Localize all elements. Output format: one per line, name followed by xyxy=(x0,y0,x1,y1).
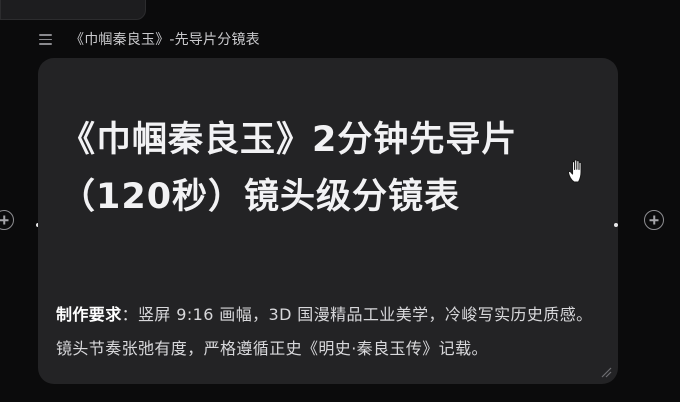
connection-handle-right[interactable] xyxy=(614,223,618,227)
top-tab[interactable] xyxy=(0,0,146,20)
add-block-left-icon[interactable] xyxy=(0,210,14,230)
add-block-right-icon[interactable] xyxy=(644,210,664,230)
storyboard-card[interactable]: 《巾帼秦良玉》2分钟先导片（120秒）镜头级分镜表 制作要求：竖屏 9:16 画… xyxy=(38,58,618,384)
menu-icon[interactable] xyxy=(38,31,54,47)
hand-cursor-icon xyxy=(567,159,582,183)
document-title: 《巾帼秦良玉》-先导片分镜表 xyxy=(70,32,260,48)
card-title: 《巾帼秦良玉》2分钟先导片（120秒）镜头级分镜表 xyxy=(60,120,518,217)
canvas: 《巾帼秦良玉》-先导片分镜表 《巾帼秦良玉》2分钟先导片（120秒）镜头级分镜表… xyxy=(0,0,680,402)
resize-grip-icon[interactable] xyxy=(600,366,612,378)
card-body-label: 制作要求 xyxy=(56,305,122,324)
card-body-text: ：竖屏 9:16 画幅，3D 国漫精品工业美学，冷峻写实历史质感。镜头节奏张弛有… xyxy=(56,305,593,358)
card-body: 制作要求：竖屏 9:16 画幅，3D 国漫精品工业美学，冷峻写实历史质感。镜头节… xyxy=(56,298,604,366)
document-header: 《巾帼秦良玉》-先导片分镜表 xyxy=(38,28,260,50)
